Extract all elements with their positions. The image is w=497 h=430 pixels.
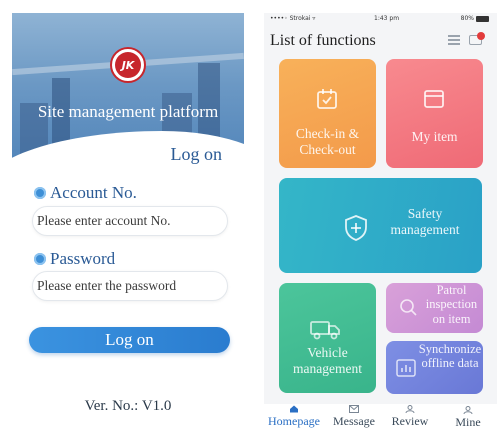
password-input[interactable]	[32, 271, 228, 301]
bar-chart-icon	[396, 359, 416, 377]
password-bullet-icon	[34, 253, 46, 265]
account-label: Account No.	[34, 183, 137, 203]
password-label-text: Password	[50, 249, 116, 268]
platform-title: Site management platform	[37, 102, 219, 121]
tab-review[interactable]: Review	[388, 405, 432, 429]
page-title: List of functions	[270, 32, 376, 49]
tile-safety-label: Safety management	[390, 206, 460, 238]
version-label: Ver. No.: V1.0	[84, 398, 172, 414]
battery-percent: 80%	[460, 15, 474, 22]
tile-safety-management[interactable]: Safety management	[279, 178, 482, 273]
tile-my-item-label: My item	[411, 129, 458, 144]
tab-review-label: Review	[391, 414, 429, 428]
folder-icon	[424, 90, 444, 108]
notification-badge	[477, 32, 485, 40]
tile-patrol-inspection[interactable]: Patrol inspection on item	[386, 283, 483, 333]
tile-vehicle-management[interactable]: Vehicle management	[279, 283, 376, 393]
shield-icon	[345, 215, 367, 241]
review-user-icon	[405, 405, 415, 413]
company-logo: JK	[110, 47, 146, 83]
tile-sync-label: Synchronize offline data	[418, 342, 482, 371]
logon-heading: Log on	[170, 144, 223, 164]
account-bullet-icon	[34, 187, 46, 199]
battery-indicator: 80%	[461, 15, 489, 22]
home-icon	[290, 405, 298, 413]
account-label-text: Account No.	[50, 183, 137, 202]
clock-label: 1:43 pm	[374, 15, 400, 22]
status-bar: ••••◦ Strokai ▿ 1:43 pm 80%	[264, 13, 497, 29]
calendar-check-icon	[317, 89, 337, 109]
bottom-tab-bar: Homepage Message Review Mine	[264, 404, 497, 430]
tab-message[interactable]: Message	[330, 405, 378, 429]
tab-homepage-label: Homepage	[268, 414, 320, 428]
mail-icon	[349, 405, 359, 413]
tab-mine-label: Mine	[455, 415, 481, 429]
tile-vehicle-label: Vehicle management	[293, 345, 362, 377]
logon-button[interactable]: Log on	[29, 327, 230, 353]
tab-message-label: Message	[333, 414, 375, 428]
tab-homepage[interactable]: Homepage	[267, 405, 321, 429]
login-screen: JK Site management platform Log on Accou…	[12, 13, 244, 430]
logo-mark: JK	[115, 52, 141, 78]
tile-check-in[interactable]: Check-in & Check-out	[279, 59, 376, 168]
notification-icon[interactable]	[469, 32, 485, 46]
truck-icon	[310, 321, 340, 340]
account-input[interactable]	[32, 206, 228, 236]
profile-icon	[463, 406, 473, 414]
menu-icon[interactable]	[448, 35, 460, 45]
tab-mine[interactable]: Mine	[448, 406, 488, 430]
tile-my-item[interactable]: My item	[386, 59, 483, 168]
magnifier-icon	[400, 299, 417, 316]
tile-patrol-label: Patrol inspection on item	[425, 283, 478, 326]
tile-check-in-label: Check-in & Check-out	[295, 126, 360, 158]
password-label: Password	[34, 249, 115, 269]
tile-synchronize-data[interactable]: Synchronize offline data	[386, 341, 483, 394]
function-list-screen: ••••◦ Strokai ▿ 1:43 pm 80% List of func…	[264, 13, 497, 430]
battery-icon	[476, 15, 489, 22]
carrier-label: ••••◦ Strokai ▿	[270, 15, 316, 22]
